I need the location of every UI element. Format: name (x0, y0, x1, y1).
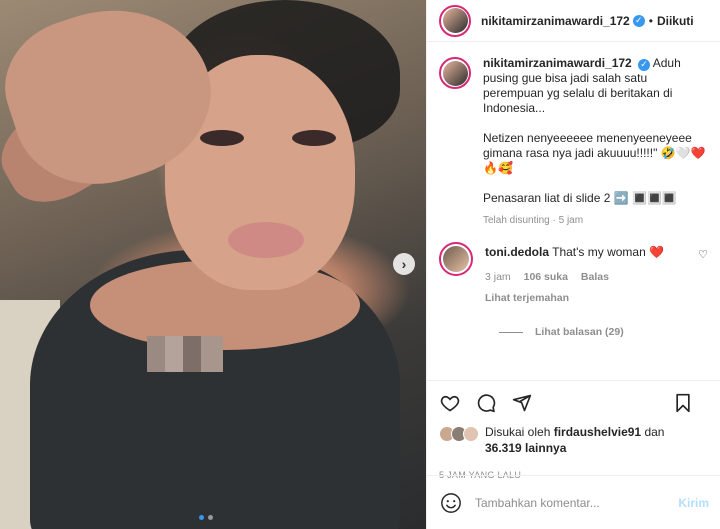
caption-text-3: Penasaran liat di slide 2 ➡️ 🔳🔳🔳 (483, 191, 677, 205)
action-bar (427, 380, 720, 424)
see-translation-link[interactable]: Lihat terjemahan (485, 291, 664, 306)
smiley-icon (441, 492, 461, 513)
caption-edited-meta: Telah disunting · 5 jam (483, 215, 584, 226)
next-slide-button[interactable]: › (393, 253, 415, 275)
censor-mosaic (147, 336, 223, 372)
comment-author[interactable]: toni.dedola (485, 245, 549, 259)
heart-icon (440, 395, 460, 411)
view-replies-button[interactable]: Lihat balasan (29) (499, 326, 708, 338)
comment-time: 3 jam (485, 271, 511, 283)
replies-divider-line (499, 331, 523, 333)
photo-left-eye (200, 130, 244, 146)
liker-avatar[interactable] (463, 426, 479, 442)
post-side-panel: nikitamirzanimawardi_172 ✓ • Diikuti nik… (426, 0, 720, 529)
liked-by-user[interactable]: firdaushelvie91 (554, 425, 641, 439)
save-button[interactable] (672, 392, 694, 414)
share-button[interactable] (511, 392, 533, 414)
view-replies-label: Lihat balasan (29) (535, 326, 624, 338)
comment-button[interactable] (475, 392, 497, 414)
likes-summary: Disukai oleh firdaushelvie91 dan 36.319 … (427, 424, 720, 456)
comment-item: toni.dedola That's my woman ❤️ 3 jam 106… (439, 242, 708, 306)
likes-count[interactable]: 36.319 lainnya (485, 441, 566, 455)
caption-author[interactable]: nikitamirzanimawardi_172 (483, 56, 632, 70)
carousel-dots (199, 515, 213, 520)
author-avatar[interactable] (439, 4, 471, 37)
carousel-dot (208, 515, 213, 520)
comment-like-heart-icon[interactable]: ♡ (698, 248, 708, 261)
caption-text-2: Netizen nenyeeeeee menenyeeneyeee gimana… (483, 131, 706, 175)
reply-button[interactable]: Balas (581, 271, 609, 283)
verified-badge-icon: ✓ (638, 58, 651, 71)
caption-avatar[interactable] (439, 57, 471, 89)
comment-likes[interactable]: 106 suka (524, 271, 568, 283)
photo-right-eye (292, 130, 336, 146)
liked-by-and: dan (644, 425, 665, 439)
author-username[interactable]: nikitamirzanimawardi_172 (481, 14, 630, 28)
post-image[interactable]: › (0, 0, 426, 529)
post-comment-button[interactable]: Kirim (678, 496, 709, 510)
bookmark-icon (676, 393, 690, 412)
carousel-dot-active (199, 515, 204, 520)
add-comment-bar: Kirim (427, 475, 720, 529)
like-button[interactable] (439, 392, 461, 414)
paper-plane-icon (512, 394, 532, 411)
liked-by-prefix: Disukai oleh (485, 425, 551, 439)
photo-lips (228, 222, 304, 258)
commenter-avatar[interactable] (439, 242, 473, 276)
liker-avatars (439, 426, 479, 442)
header-separator: • (648, 13, 653, 28)
comments-section[interactable]: nikitamirzanimawardi_172 ✓ Aduh pusing g… (427, 42, 720, 380)
following-button[interactable]: Diikuti (657, 14, 694, 28)
chevron-right-icon: › (401, 256, 407, 272)
comment-text: That's my woman ❤️ (552, 245, 665, 259)
caption: nikitamirzanimawardi_172 ✓ Aduh pusing g… (439, 56, 708, 228)
comment-bubble-icon (477, 393, 496, 412)
post-header: nikitamirzanimawardi_172 ✓ • Diikuti (427, 0, 720, 42)
verified-badge-icon: ✓ (632, 14, 645, 27)
comment-input[interactable] (475, 495, 679, 510)
emoji-button[interactable] (439, 491, 463, 515)
